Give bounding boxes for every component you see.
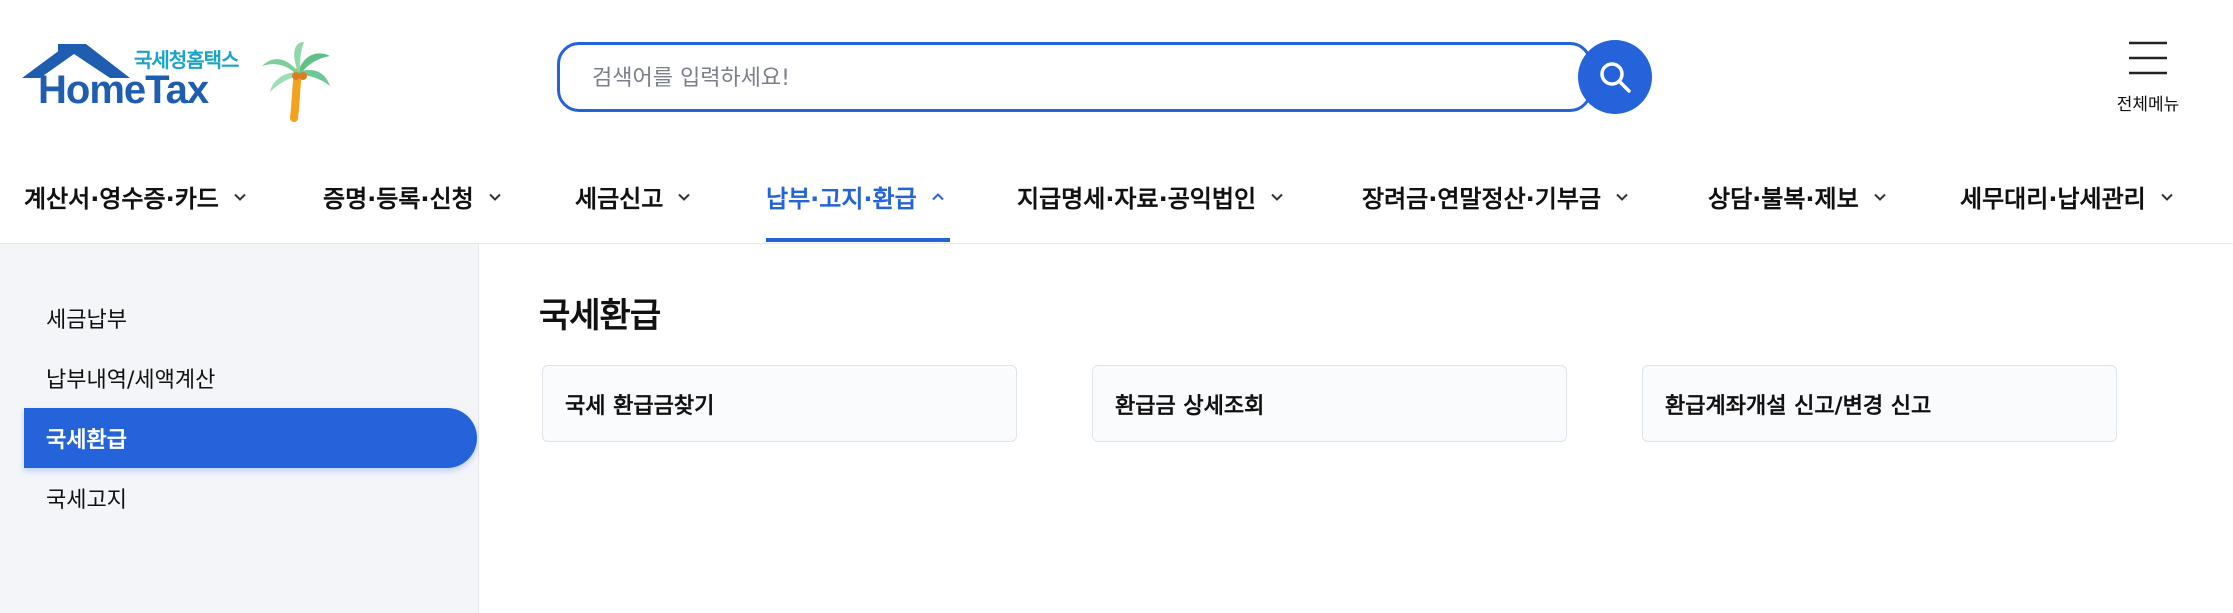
gnb-item-receipts[interactable]: 계산서·영수증·카드 <box>24 150 247 243</box>
chevron-up-icon <box>932 192 944 200</box>
gnb-item-label: 장려금·연말정산·기부금 <box>1362 185 1602 213</box>
gnb-item-tax-agent[interactable]: 세무대리·납세관리 <box>1960 150 2174 243</box>
chevron-down-icon <box>678 193 691 201</box>
chevron-down-icon <box>489 193 501 201</box>
palm-tree-icon <box>262 42 330 122</box>
sidebar-item-payment-history[interactable]: 납부내역/세액계산 <box>24 348 477 408</box>
sidebar-item-tax-payment[interactable]: 세금납부 <box>24 288 477 348</box>
gnb-item-statements[interactable]: 지급명세·자료·공익법인 <box>1017 150 1284 243</box>
page-title: 국세환급 <box>539 296 661 336</box>
gnb-item-consultation[interactable]: 상담·불복·제보 <box>1708 150 1887 243</box>
hamburger-menu-icon <box>2129 41 2167 75</box>
main-navigation: 계산서·영수증·카드 증명·등록·신청 세금신고 납부·고지·환급 지급명세·자… <box>0 150 2233 243</box>
search-input[interactable] <box>590 45 1554 111</box>
gnb-item-label: 세무대리·납세관리 <box>1960 185 2146 213</box>
sidebar-item-tax-refund[interactable]: 국세환급 <box>24 408 477 468</box>
gnb-item-payment[interactable]: 납부·고지·환급 <box>766 150 945 243</box>
sidebar-item-label: 납부내역/세액계산 <box>46 368 216 393</box>
chevron-down-icon <box>234 193 246 201</box>
card-refund-account[interactable]: 환급계좌개설 신고/변경 신고 <box>1642 365 2117 442</box>
sidebar-item-label: 국세환급 <box>46 428 127 453</box>
gnb-item-label: 지급명세·자료·공익법인 <box>1017 185 1257 213</box>
logo-title: HomeTax <box>38 68 209 112</box>
card-find-refund[interactable]: 국세 환급금찾기 <box>542 365 1017 442</box>
sidebar-item-label: 국세고지 <box>46 488 127 513</box>
gnb-item-label: 계산서·영수증·카드 <box>24 185 219 213</box>
card-refund-detail[interactable]: 환급금 상세조회 <box>1092 365 1567 442</box>
active-nav-indicator <box>766 238 950 242</box>
chevron-down-icon <box>2161 193 2173 201</box>
sidebar-item-tax-notice[interactable]: 국세고지 <box>24 468 477 528</box>
gnb-item-incentives[interactable]: 장려금·연말정산·기부금 <box>1362 150 1629 243</box>
gnb-item-label: 납부·고지·환급 <box>766 185 917 213</box>
gnb-item-label: 상담·불복·제보 <box>1708 185 1859 213</box>
card-label: 국세 환급금찾기 <box>565 393 715 419</box>
gnb-item-certificates[interactable]: 증명·등록·신청 <box>323 150 502 243</box>
card-label: 환급금 상세조회 <box>1115 393 1265 419</box>
gnb-item-label: 세금신고 <box>575 185 664 213</box>
search-bar <box>557 42 1592 112</box>
chevron-down-icon <box>1271 193 1283 201</box>
sidebar: 세금납부 납부내역/세액계산 국세환급 국세고지 <box>0 244 479 613</box>
sidebar-item-label: 세금납부 <box>46 308 127 333</box>
search-button[interactable] <box>1578 40 1652 114</box>
card-label: 환급계좌개설 신고/변경 신고 <box>1665 393 1932 419</box>
chevron-down-icon <box>1874 193 1886 201</box>
search-icon <box>1600 62 1631 93</box>
gnb-item-label: 증명·등록·신청 <box>323 185 474 213</box>
all-menu-button[interactable]: 전체메뉴 <box>2100 38 2196 118</box>
main-content: 국세환급 국세 환급금찾기 환급금 상세조회 환급계좌개설 신고/변경 신고 <box>479 244 2233 613</box>
site-header: 국세청홈택스 HomeTax 전체메뉴 계산서·영수증· <box>0 0 2233 244</box>
gnb-item-tax-return[interactable]: 세금신고 <box>575 150 691 243</box>
all-menu-label: 전체메뉴 <box>2116 95 2180 115</box>
hometax-logo[interactable]: 국세청홈택스 HomeTax <box>22 40 332 122</box>
chevron-down-icon <box>1616 193 1628 201</box>
